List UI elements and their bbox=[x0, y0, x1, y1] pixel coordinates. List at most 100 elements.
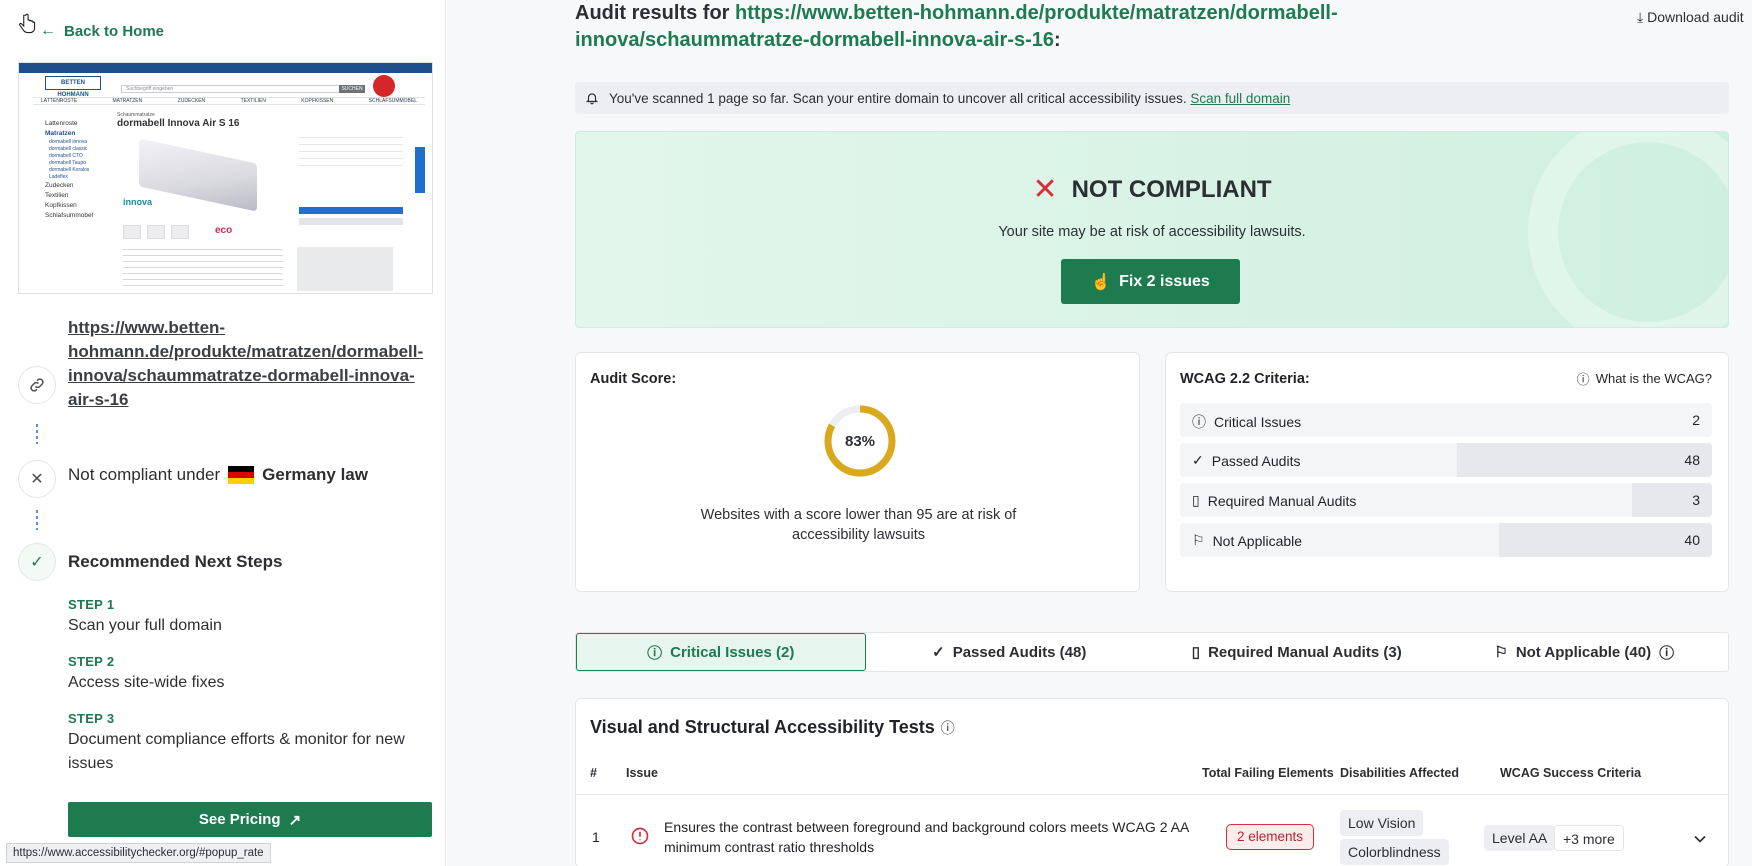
step-label: STEP 2 bbox=[68, 654, 115, 669]
preview-side-item: Matratzen bbox=[45, 130, 76, 137]
disability-tag: Low Vision bbox=[1340, 810, 1424, 836]
preview-nav-item: MATRATZEN bbox=[112, 98, 143, 104]
preview-nav-item: SCHLAFSUMMOBEL bbox=[368, 98, 417, 104]
criteria-name: Critical Issues bbox=[1214, 414, 1302, 430]
more-criteria-tag[interactable]: +3 more bbox=[1554, 825, 1624, 851]
title-prefix: Audit results for bbox=[575, 2, 730, 24]
disability-tag: Colorblindness bbox=[1340, 839, 1449, 865]
column-header: # bbox=[590, 766, 597, 780]
wcag-criteria-card: WCAG 2.2 Criteria: ⓘ What is the WCAG? ⓘ… bbox=[1165, 352, 1729, 592]
preview-sub-item: dormabell CTO bbox=[49, 153, 83, 159]
criteria-row-not-applicable: ⚐ Not Applicable 40 bbox=[1180, 523, 1712, 557]
page-preview-screenshot: BETTEN HOHMANN Suchbegriff eingeben SUCH… bbox=[18, 62, 433, 294]
bell-icon bbox=[585, 93, 599, 105]
preview-product-title: dormabell Innova Air S 16 bbox=[117, 118, 240, 129]
preview-side-item: Schlafsummobel bbox=[45, 212, 94, 219]
preview-topbar bbox=[19, 63, 432, 73]
title-suffix: : bbox=[1054, 29, 1061, 51]
criteria-name: Not Applicable bbox=[1212, 532, 1303, 549]
page-title: Audit results for https://www.betten-hoh… bbox=[575, 0, 1455, 54]
tab-manual-audits[interactable]: ▯ Required Manual Audits (3) bbox=[1153, 633, 1441, 671]
step-label: STEP 3 bbox=[68, 711, 115, 726]
fix-issues-button[interactable]: ☝ Fix 2 issues bbox=[1061, 259, 1240, 304]
preview-nav: LATTENROSTE MATRATZEN ZUDECKEN TEXTILIEN… bbox=[33, 97, 425, 105]
failing-elements-badge[interactable]: 2 elements bbox=[1226, 824, 1315, 850]
preview-sidebar: Lattenroste Matratzen dormabell innova d… bbox=[45, 119, 93, 221]
audit-score-label: Audit Score: bbox=[590, 371, 677, 387]
scan-notice-banner: You've scanned 1 page so far. Scan your … bbox=[575, 82, 1729, 114]
info-icon[interactable]: ⓘ bbox=[941, 718, 955, 738]
chevron-down-icon[interactable] bbox=[1690, 829, 1710, 849]
risk-text: Your site may be at risk of accessibilit… bbox=[998, 224, 1306, 240]
info-icon[interactable]: ⓘ bbox=[1659, 642, 1674, 663]
scan-full-domain-link[interactable]: Scan full domain bbox=[1190, 91, 1290, 106]
preview-side-item: Kopfkissen bbox=[45, 202, 77, 209]
preview-search-button: SUCHEN bbox=[339, 85, 365, 93]
preview-side-item: Textilien bbox=[45, 192, 69, 199]
criteria-row-manual: ▯ Required Manual Audits 3 bbox=[1180, 483, 1712, 517]
column-header: Disabilities Affected bbox=[1340, 766, 1460, 780]
link-icon bbox=[18, 366, 56, 404]
left-panel: ← Back to Home BETTEN HOHMANN Suchbegrif… bbox=[0, 0, 446, 866]
check-icon: ✓ bbox=[1192, 452, 1204, 468]
law-country: Germany law bbox=[262, 465, 368, 484]
criteria-fill bbox=[1499, 523, 1712, 557]
criteria-fill bbox=[1632, 483, 1712, 517]
document-icon: ▯ bbox=[1191, 644, 1201, 661]
flag-icon: ⚐ bbox=[1192, 532, 1205, 548]
criteria-count: 2 bbox=[1692, 412, 1700, 428]
arrow-up-right-icon: ↗ bbox=[288, 811, 302, 829]
step-text: Access site-wide fixes bbox=[68, 674, 225, 691]
preview-side-tab bbox=[415, 147, 425, 193]
preview-sub-item: dormabell Koralos bbox=[49, 167, 90, 173]
back-label: Back to Home bbox=[64, 22, 165, 40]
compliance-law-status: Not compliant under Germany law bbox=[68, 465, 368, 485]
timeline-connector bbox=[36, 424, 38, 444]
browser-status-bar: https://www.accessibilitychecker.org/#po… bbox=[6, 843, 271, 863]
preview-logo: BETTEN HOHMANN bbox=[45, 76, 101, 98]
preview-nav-item: LATTENROSTE bbox=[41, 98, 78, 104]
wcag-level-tag: Level AA bbox=[1484, 825, 1556, 851]
what-is-wcag-link[interactable]: ⓘ What is the WCAG? bbox=[1577, 369, 1712, 388]
score-value: 83% bbox=[844, 432, 876, 450]
alert-circle-icon: ⓘ bbox=[647, 644, 663, 662]
alert-circle-icon: ⓘ bbox=[1192, 414, 1206, 430]
preview-side-item: Lattenroste bbox=[45, 120, 78, 127]
status-text: NOT COMPLIANT bbox=[1071, 175, 1272, 203]
preview-sub-item: Ladeflex bbox=[49, 174, 68, 180]
preview-thumbnails bbox=[123, 225, 189, 239]
criteria-count: 40 bbox=[1684, 532, 1700, 548]
back-to-home-link[interactable]: ← Back to Home bbox=[40, 22, 164, 40]
scanned-url-link[interactable]: https://www.betten-hohmann.de/produkte/m… bbox=[68, 316, 438, 412]
download-audit-button[interactable]: ⤓ Download audit bbox=[1637, 6, 1747, 29]
hand-cursor-icon bbox=[19, 13, 36, 34]
criteria-count: 48 bbox=[1684, 452, 1700, 468]
criteria-name: Passed Audits bbox=[1211, 452, 1301, 469]
step-label: STEP 1 bbox=[68, 597, 115, 612]
compliance-status: ✕ NOT COMPLIANT bbox=[576, 172, 1728, 207]
flag-icon: ⚐ bbox=[1494, 644, 1508, 661]
tab-not-applicable[interactable]: ⚐ Not Applicable (40) ⓘ bbox=[1441, 633, 1729, 671]
preview-eco-logo: eco bbox=[215, 225, 233, 236]
preview-sub-item: dormabell innova bbox=[49, 139, 88, 145]
tab-label: Critical Issues (2) bbox=[670, 643, 795, 661]
wcag-help-label: What is the WCAG? bbox=[1595, 371, 1712, 386]
timeline-connector bbox=[36, 510, 38, 530]
score-note: Websites with a score lower than 95 are … bbox=[700, 507, 1017, 543]
law-prefix: Not compliant under bbox=[68, 465, 221, 484]
tab-critical-issues[interactable]: ⓘ Critical Issues (2) bbox=[576, 633, 866, 671]
preview-options bbox=[299, 131, 403, 166]
criteria-row-critical: ⓘ Critical Issues 2 bbox=[1180, 403, 1712, 437]
download-icon: ⤓ bbox=[1637, 9, 1644, 25]
column-header: Issue bbox=[626, 766, 658, 780]
tab-passed-audits[interactable]: ✓ Passed Audits (48) bbox=[866, 633, 1154, 671]
notice-text: You've scanned 1 page so far. Scan your … bbox=[609, 90, 1187, 106]
preview-side-item: Zudecken bbox=[45, 182, 74, 189]
header-divider bbox=[576, 794, 1728, 795]
info-icon: ⓘ bbox=[1576, 372, 1590, 387]
see-pricing-button[interactable]: See Pricing ↗ bbox=[68, 802, 432, 837]
hand-pointer-icon: ☝ bbox=[1091, 273, 1112, 291]
document-icon: ▯ bbox=[1192, 492, 1200, 508]
compliance-status-card: ✕ NOT COMPLIANT Your site may be at risk… bbox=[575, 131, 1729, 328]
preview-sub-item: dormabell classic bbox=[49, 146, 88, 152]
